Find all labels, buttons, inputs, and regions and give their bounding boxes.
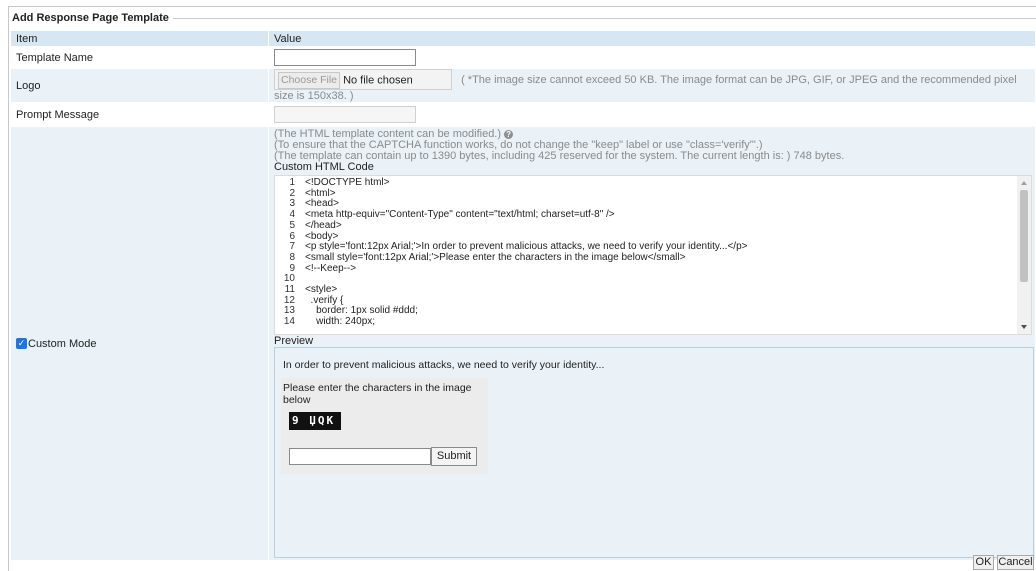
captcha-image: 9 ЏQK [289,412,341,431]
preview-label: Preview [274,335,314,348]
code-line: width: 240px; [305,316,376,328]
line-number: 5 [289,219,295,231]
logo-file-picker[interactable]: Choose File No file chosen [274,69,452,90]
line-number-gutter: 1 2 3 4 5 6 7 8 9 10 11 12 13 14 [275,177,295,328]
template-note-3: (The template can contain up to 1390 byt… [274,150,845,163]
line-number: 14 [283,316,295,328]
code-line: <html> [305,187,336,199]
captcha-input[interactable] [289,448,431,466]
custom-mode-cell: ✓ Custom Mode [10,126,269,562]
header-item: Item [10,30,269,47]
row-custom-mode: ✓ Custom Mode (The HTML template content … [10,126,1036,562]
custom-mode-content: (The HTML template content can be modifi… [268,126,1036,562]
prompt-message-cell [268,102,1036,128]
file-status-text: No file chosen [343,74,413,87]
code-line: <small style='font:12px Arial;'>Please e… [305,251,686,263]
row-logo: Logo Choose File No file chosen ( *The i… [10,67,1036,104]
custom-mode-label: Custom Mode [28,337,97,350]
code-line: <meta http-equiv="Content-Type" content=… [305,209,615,221]
title-divider [150,18,1036,19]
verify-box: Please enter the characters in the image… [281,378,488,475]
editor-scrollbar[interactable] [1017,176,1031,335]
code-line: <style> [305,283,338,295]
template-form: Item Value Template Name Logo Choose Fil… [10,30,1036,562]
template-name-label: Template Name [10,46,269,69]
code-line: <!DOCTYPE html> [305,177,390,189]
custom-html-code-label: Custom HTML Code [274,161,374,174]
line-number: 8 [289,251,295,263]
choose-file-button[interactable]: Choose File [278,72,340,89]
prompt-message-input[interactable] [274,106,416,124]
template-name-cell [268,46,1036,69]
ok-button[interactable]: OK [973,555,994,570]
template-name-input[interactable] [274,49,416,66]
dialog-title: Add Response Page Template [12,12,173,24]
code-line: </head> [305,219,342,231]
cancel-button[interactable]: Cancel [997,555,1034,570]
logo-cell: Choose File No file chosen ( *The image … [268,67,1036,104]
code-lines: <!DOCTYPE html> <html> <head> <meta http-eq… [305,177,1015,328]
help-icon[interactable]: ? [504,129,514,139]
preview-instruction: Please enter the characters in the image… [283,382,472,407]
table-header: Item Value [10,30,1036,47]
row-prompt-message: Prompt Message [10,102,1036,128]
code-editor[interactable]: 1 2 3 4 5 6 7 8 9 10 11 12 13 14 <!DOCTYPE html> <html… [274,175,1032,336]
code-line: border: 1px solid #ddd; [305,305,418,317]
header-value: Value [268,30,1036,47]
scroll-down-icon[interactable] [1021,325,1027,330]
logo-label: Logo [10,67,269,104]
scroll-up-icon[interactable] [1021,181,1027,186]
preview-message: In order to prevent malicious attacks, w… [283,359,605,372]
preview-pane: In order to prevent malicious attacks, w… [274,347,1034,559]
row-template-name: Template Name [10,46,1036,69]
submit-button[interactable]: Submit [431,447,477,467]
prompt-message-label: Prompt Message [10,102,269,128]
custom-mode-checkbox[interactable]: ✓ [16,338,27,350]
code-line: <!--Keep--> [305,262,357,274]
scroll-thumb[interactable] [1020,190,1028,283]
